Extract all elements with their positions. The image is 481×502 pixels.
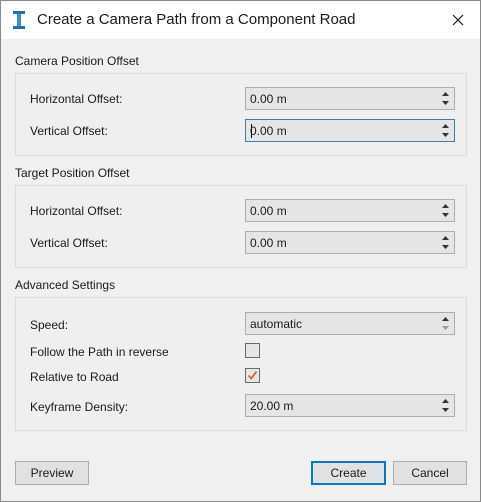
create-button[interactable]: Create <box>311 461 386 485</box>
speed-spinbox[interactable]: automatic <box>245 312 455 335</box>
spin-up-button[interactable] <box>438 314 453 324</box>
spin-up-button[interactable] <box>438 89 453 99</box>
chevron-up-icon <box>442 235 449 240</box>
target-position-offset-heading: Target Position Offset <box>15 166 130 180</box>
chevron-up-icon <box>442 203 449 208</box>
spinbox-value: 20.00 m <box>250 399 294 413</box>
spinbox-value: 0.00 m <box>250 204 287 218</box>
spinbox-value: 0.00 m <box>250 124 287 138</box>
keyframe-density-spinbox[interactable]: 20.00 m <box>245 394 455 417</box>
chevron-down-icon <box>442 326 449 331</box>
title-bar: Create a Camera Path from a Component Ro… <box>1 1 480 39</box>
spin-down-button[interactable] <box>438 406 453 416</box>
camera-position-offset-heading: Camera Position Offset <box>15 54 139 68</box>
chevron-up-icon <box>442 123 449 128</box>
camera-vertical-offset-label: Vertical Offset: <box>30 124 108 138</box>
relative-to-road-checkbox[interactable] <box>245 368 260 383</box>
chevron-down-icon <box>442 213 449 218</box>
keyframe-density-label: Keyframe Density: <box>30 400 129 414</box>
cancel-button[interactable]: Cancel <box>393 461 467 485</box>
camera-vertical-offset-spinbox[interactable]: 0.00 m <box>245 119 455 142</box>
chevron-up-icon <box>442 398 449 403</box>
spin-down-button[interactable] <box>438 211 453 221</box>
speed-label: Speed: <box>30 318 69 332</box>
spinbox-value: automatic <box>250 317 303 331</box>
advanced-settings-group: Speed: automatic Follow the Path in reve… <box>15 297 467 431</box>
spin-up-button[interactable] <box>438 396 453 406</box>
camera-position-offset-group: Horizontal Offset: 0.00 m Vertical Offse… <box>15 73 467 156</box>
target-vertical-offset-label: Vertical Offset: <box>30 236 108 250</box>
spin-down-button[interactable] <box>438 324 453 334</box>
spin-down-button[interactable] <box>438 243 453 253</box>
relative-to-road-label: Relative to Road <box>30 370 119 384</box>
preview-button[interactable]: Preview <box>15 461 89 485</box>
camera-horizontal-offset-label: Horizontal Offset: <box>30 92 123 106</box>
dialog-window: Create a Camera Path from a Component Ro… <box>0 0 481 502</box>
follow-path-reverse-checkbox[interactable] <box>245 343 260 358</box>
chevron-down-icon <box>442 101 449 106</box>
window-title: Create a Camera Path from a Component Ro… <box>37 11 356 28</box>
advanced-settings-heading: Advanced Settings <box>15 278 116 292</box>
spinbox-value: 0.00 m <box>250 92 287 106</box>
checkmark-icon <box>247 371 258 380</box>
spin-up-button[interactable] <box>438 201 453 211</box>
chevron-down-icon <box>442 408 449 413</box>
chevron-down-icon <box>442 245 449 250</box>
follow-path-reverse-label: Follow the Path in reverse <box>30 345 169 359</box>
chevron-down-icon <box>442 133 449 138</box>
target-vertical-offset-spinbox[interactable]: 0.00 m <box>245 231 455 254</box>
target-horizontal-offset-label: Horizontal Offset: <box>30 204 123 218</box>
target-position-offset-group: Horizontal Offset: 0.00 m Vertical Offse… <box>15 185 467 268</box>
chevron-up-icon <box>442 91 449 96</box>
spinbox-value: 0.00 m <box>250 236 287 250</box>
target-horizontal-offset-spinbox[interactable]: 0.00 m <box>245 199 455 222</box>
spin-down-button[interactable] <box>438 131 453 141</box>
spin-up-button[interactable] <box>438 233 453 243</box>
close-icon <box>452 14 464 26</box>
close-button[interactable] <box>435 1 481 39</box>
camera-horizontal-offset-spinbox[interactable]: 0.00 m <box>245 87 455 110</box>
app-logo-icon <box>13 11 25 29</box>
chevron-up-icon <box>442 316 449 321</box>
spin-down-button[interactable] <box>438 99 453 109</box>
spin-up-button[interactable] <box>438 121 453 131</box>
